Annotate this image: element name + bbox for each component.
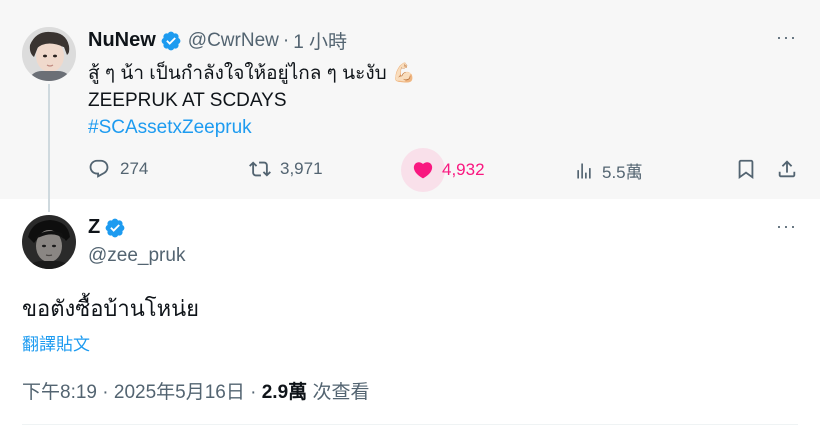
parent-tweet[interactable]: NuNew @CwrNew · 1 小時 ··· สู้ ๆ น้า เป็นก…	[0, 0, 820, 199]
verified-badge-icon	[104, 217, 126, 239]
tweet-text-line-2: ZEEPRUK AT SCDAYS	[88, 90, 287, 111]
verified-badge-icon	[160, 30, 182, 52]
reply-icon	[88, 158, 110, 180]
separator-dot: ·	[250, 382, 257, 403]
retweet-button[interactable]: 3,971	[248, 158, 323, 180]
tweet-time[interactable]: 1 小時	[293, 27, 347, 54]
reply-button[interactable]: 274	[88, 158, 148, 180]
translate-post-link[interactable]: 翻譯貼文	[22, 330, 90, 355]
views-count: 2.9萬	[261, 382, 308, 403]
tweet-date[interactable]: 2025年5月16日	[114, 382, 245, 403]
tweet-text-line-1: สู้ ๆ น้า เป็นกำลังใจให้อยู่ไกล ๆ นะงับ	[88, 63, 387, 84]
tweet-time[interactable]: 下午8:19	[22, 382, 97, 403]
author-handle[interactable]: @CwrNew	[188, 30, 279, 52]
like-button[interactable]: 4,932	[401, 148, 485, 192]
hashtag-link[interactable]: #SCAssetxZeepruk	[88, 114, 416, 141]
separator-dot: ·	[282, 29, 290, 51]
reply-count: 274	[120, 159, 149, 178]
like-count: 4,932	[442, 160, 485, 179]
divider	[22, 424, 798, 425]
views-count: 5.5萬	[602, 163, 643, 182]
views-button[interactable]: 5.5萬	[574, 158, 643, 183]
author-handle[interactable]: @zee_pruk	[88, 245, 185, 267]
bookmark-button[interactable]	[735, 158, 757, 180]
flexed-biceps-emoji: 💪🏻	[391, 63, 416, 84]
action-bar: 274 3,971 4,932 5.5萬	[0, 148, 820, 192]
separator-dot: ·	[102, 382, 109, 403]
more-icon[interactable]: ···	[776, 216, 797, 237]
share-button[interactable]	[776, 158, 798, 180]
tweet-text: ขอตังซื้อบ้านโหน่ย	[22, 296, 200, 321]
heart-icon	[401, 148, 445, 192]
avatar-zee[interactable]	[22, 215, 76, 269]
thread-connector-line	[48, 84, 50, 212]
views-label: 次查看	[312, 382, 370, 403]
analytics-icon	[574, 160, 594, 182]
share-icon	[776, 158, 798, 180]
avatar-nunew[interactable]	[22, 27, 76, 81]
tweet-text: สู้ ๆ น้า เป็นกำลังใจให้อยู่ไกล ๆ นะงับ …	[88, 60, 416, 141]
author-name[interactable]: NuNew	[88, 29, 156, 52]
tweet-metadata: 下午8:19 · 2025年5月16日 · 2.9萬 次查看	[22, 377, 369, 404]
retweet-count: 3,971	[280, 159, 323, 178]
more-icon[interactable]: ···	[776, 27, 797, 48]
retweet-icon	[248, 158, 272, 180]
bookmark-icon	[735, 158, 757, 180]
author-name[interactable]: Z	[88, 216, 100, 239]
